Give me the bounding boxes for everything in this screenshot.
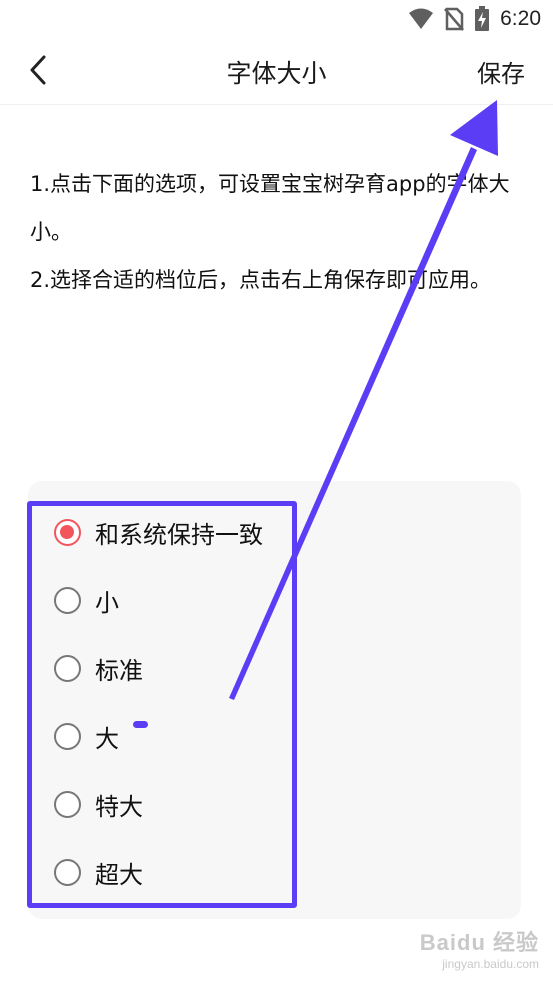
status-time: 6:20 [500, 7, 541, 30]
radio-unselected[interactable] [54, 790, 81, 818]
radio-unselected[interactable] [54, 586, 81, 614]
battery-charging-icon [475, 6, 490, 31]
option-small[interactable]: 小 [54, 575, 119, 625]
status-icons: 6:20 [408, 6, 541, 32]
option-huge[interactable]: 超大 [54, 847, 143, 897]
nav-bar: 字体大小 保存 [0, 38, 553, 105]
option-label: 超大 [95, 860, 143, 889]
option-label: 和系统保持一致 [95, 520, 263, 549]
watermark-logo: Baidu 经验 [419, 930, 539, 955]
save-button[interactable]: 保存 [477, 54, 525, 89]
page-title: 字体大小 [226, 59, 327, 88]
wifi-icon [409, 8, 434, 29]
option-label: 特大 [95, 792, 143, 821]
annotation-dash [133, 721, 148, 728]
option-extra-large[interactable]: 特大 [54, 779, 143, 829]
option-label: 小 [95, 588, 119, 617]
arrow-head [450, 100, 498, 156]
option-label: 大 [95, 724, 119, 753]
option-large[interactable]: 大 [54, 711, 119, 761]
instruction-line-2: 2.选择合适的档位后，点击右上角保存即可应用。 [30, 268, 492, 292]
watermark-url: jingyan.baidu.com [442, 957, 539, 971]
option-follow-system[interactable]: 和系统保持一致 [54, 507, 263, 557]
option-label: 标准 [95, 656, 143, 685]
radio-selected[interactable] [54, 518, 81, 546]
instruction-line-1: 1.点击下面的选项，可设置宝宝树孕育app的字体大小。 [30, 172, 510, 244]
watermark: Baidu 经验 jingyan.baidu.com [420, 925, 539, 971]
font-size-options: 和系统保持一致 小 标准 大 特大 超大 [28, 481, 521, 919]
status-bar: 6:20 [0, 0, 553, 38]
option-standard[interactable]: 标准 [54, 643, 143, 693]
instructions: 1.点击下面的选项，可设置宝宝树孕育app的字体大小。 2.选择合适的档位后，点… [30, 160, 530, 304]
no-sim-icon [444, 7, 465, 31]
radio-unselected[interactable] [54, 858, 81, 886]
radio-unselected[interactable] [54, 722, 81, 750]
radio-unselected[interactable] [54, 654, 81, 682]
